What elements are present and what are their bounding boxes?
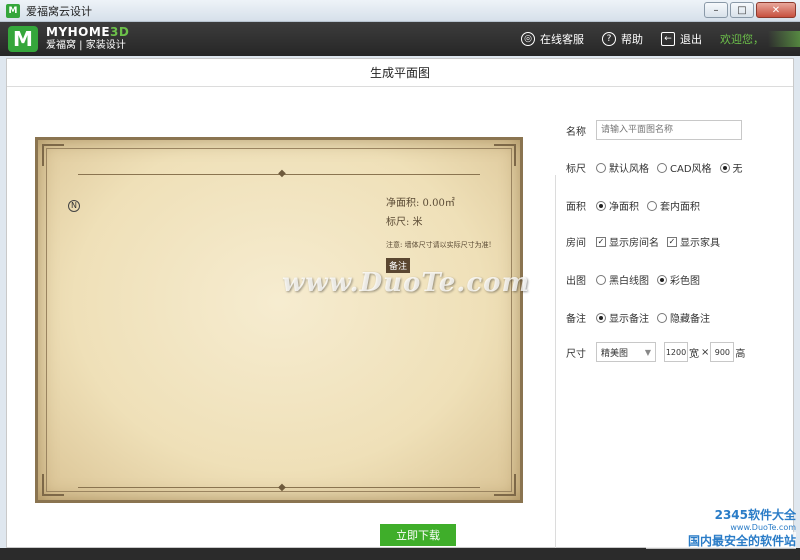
radio-selected-icon — [657, 274, 667, 285]
area-label: 面积 — [566, 202, 586, 213]
corner-ornament — [494, 474, 516, 496]
radio-icon — [596, 274, 606, 285]
brand-3d: 3D — [110, 25, 130, 39]
wall-note-text: 注意: 墙体尺寸请以实际尺寸为准! — [386, 241, 492, 249]
help-link[interactable]: ? 帮助 — [602, 31, 643, 47]
ruler-option-none[interactable]: 无 — [719, 160, 743, 175]
download-button[interactable]: 立即下载 — [380, 524, 456, 546]
window-titlebar: M 爱福窝云设计 – □ ✕ — [0, 0, 800, 22]
ruler-option-cad[interactable]: CAD风格 — [657, 160, 712, 175]
times-sign: × — [701, 346, 710, 358]
watermark-line3: 国内最安全的软件站 — [646, 532, 796, 549]
brand-name: MYHOME3D — [46, 26, 129, 39]
remark-option-hide[interactable]: 隐藏备注 — [657, 310, 710, 325]
checkbox-checked-icon: ✓ — [667, 236, 677, 247]
name-label: 名称 — [566, 126, 586, 138]
area-option-inner[interactable]: 套内面积 — [647, 198, 700, 213]
app-icon: M — [6, 3, 20, 18]
minimize-button[interactable]: – — [704, 2, 728, 18]
ornament-icon: ◆ — [278, 482, 286, 493]
size-preset-select[interactable]: 精美图 ▼ — [596, 342, 656, 362]
headset-icon: ◎ — [521, 32, 535, 46]
room-option-furniture[interactable]: ✓ 显示家具 — [667, 234, 720, 249]
watermark-line2: www.DuoTe.com — [730, 523, 796, 532]
room-row: 房间 ✓ 显示房间名 ✓ 显示家具 — [566, 234, 728, 249]
help-label: 帮助 — [621, 33, 643, 46]
watermark-line1: 2345软件大全 — [714, 508, 796, 522]
floorplan-info: 净面积: 0.00㎡ 标尺: 米 注意: 墙体尺寸请以实际尺寸为准! 备注 — [386, 194, 491, 273]
output-row: 出图 黑白线图 彩色图 — [566, 272, 708, 287]
logout-icon: ← — [661, 32, 675, 46]
logout-link[interactable]: ← 退出 — [661, 31, 702, 47]
width-unit: 宽 — [689, 348, 699, 360]
remark-row: 备注 显示备注 隐藏备注 — [566, 310, 718, 325]
size-row: 尺寸 精美图 ▼ 1200 宽 × 900 高 — [566, 342, 746, 362]
height-unit: 高 — [735, 348, 746, 360]
floorplan-preview: ◆ ◆ N 净面积: 0.00㎡ 标尺: 米 注意: 墙体尺寸请以实际尺寸为准!… — [35, 137, 523, 503]
output-label: 出图 — [566, 276, 586, 287]
help-icon: ? — [602, 32, 616, 46]
header-nav: ◎ 在线客服 ? 帮助 ← 退出 欢迎您， — [521, 22, 800, 56]
chevron-down-icon: ▼ — [644, 347, 651, 357]
ruler-label: 标尺 — [566, 164, 586, 175]
net-area-text: 净面积: 0.00㎡ — [386, 198, 455, 209]
size-label: 尺寸 — [566, 348, 586, 360]
radio-icon — [657, 312, 667, 323]
dialog-title: 生成平面图 — [7, 59, 793, 87]
close-button[interactable]: ✕ — [756, 2, 796, 18]
radio-selected-icon — [719, 162, 730, 173]
brand-subtitle: 爱福窝 | 家装设计 — [46, 40, 126, 51]
online-service-link[interactable]: ◎ 在线客服 — [521, 31, 584, 47]
panel-divider — [555, 175, 556, 557]
width-input[interactable]: 1200 — [664, 342, 688, 362]
watermark-center: www.DuoTe.com — [282, 268, 531, 298]
app-header: M MYHOME3D 爱福窝 | 家装设计 ◎ 在线客服 ? 帮助 ← 退出 欢… — [0, 22, 800, 56]
corner-ornament — [494, 144, 516, 166]
radio-selected-icon — [596, 312, 606, 323]
logo: MYHOME3D 爱福窝 | 家装设计 — [46, 26, 129, 52]
ornament-icon: ◆ — [278, 168, 286, 179]
brand-my: MYHOME — [46, 25, 111, 39]
remark-label: 备注 — [566, 314, 586, 325]
checkbox-checked-icon: ✓ — [596, 236, 606, 247]
ruler-row: 标尺 默认风格 CAD风格 无 — [566, 160, 751, 175]
corner-ornament — [42, 474, 64, 496]
name-row: 名称 — [566, 120, 742, 140]
logout-label: 退出 — [680, 33, 702, 46]
online-service-label: 在线客服 — [540, 33, 584, 46]
output-option-bw[interactable]: 黑白线图 — [596, 272, 649, 287]
area-row: 面积 净面积 套内面积 — [566, 198, 708, 213]
radio-icon — [596, 162, 606, 173]
maximize-button[interactable]: □ — [730, 2, 754, 18]
window-title: 爱福窝云设计 — [26, 4, 92, 18]
logo-icon: M — [8, 26, 38, 52]
height-input[interactable]: 900 — [710, 342, 735, 362]
watermark-corner: 2345软件大全 www.DuoTe.com 国内最安全的软件站 — [646, 492, 796, 556]
room-label: 房间 — [566, 238, 586, 249]
name-input[interactable] — [596, 120, 742, 140]
area-option-net[interactable]: 净面积 — [596, 198, 639, 213]
welcome-text: 欢迎您， — [720, 31, 800, 47]
corner-ornament — [42, 144, 64, 166]
remark-option-show[interactable]: 显示备注 — [596, 310, 649, 325]
ruler-option-default[interactable]: 默认风格 — [596, 160, 649, 175]
radio-selected-icon — [596, 200, 606, 211]
scale-text: 标尺: 米 — [386, 217, 423, 228]
room-option-names[interactable]: ✓ 显示房间名 — [596, 234, 659, 249]
radio-icon — [657, 162, 667, 173]
radio-icon — [647, 200, 657, 211]
output-option-color[interactable]: 彩色图 — [657, 272, 700, 287]
window-controls: – □ ✕ — [704, 2, 796, 18]
compass-icon: N — [68, 200, 80, 212]
